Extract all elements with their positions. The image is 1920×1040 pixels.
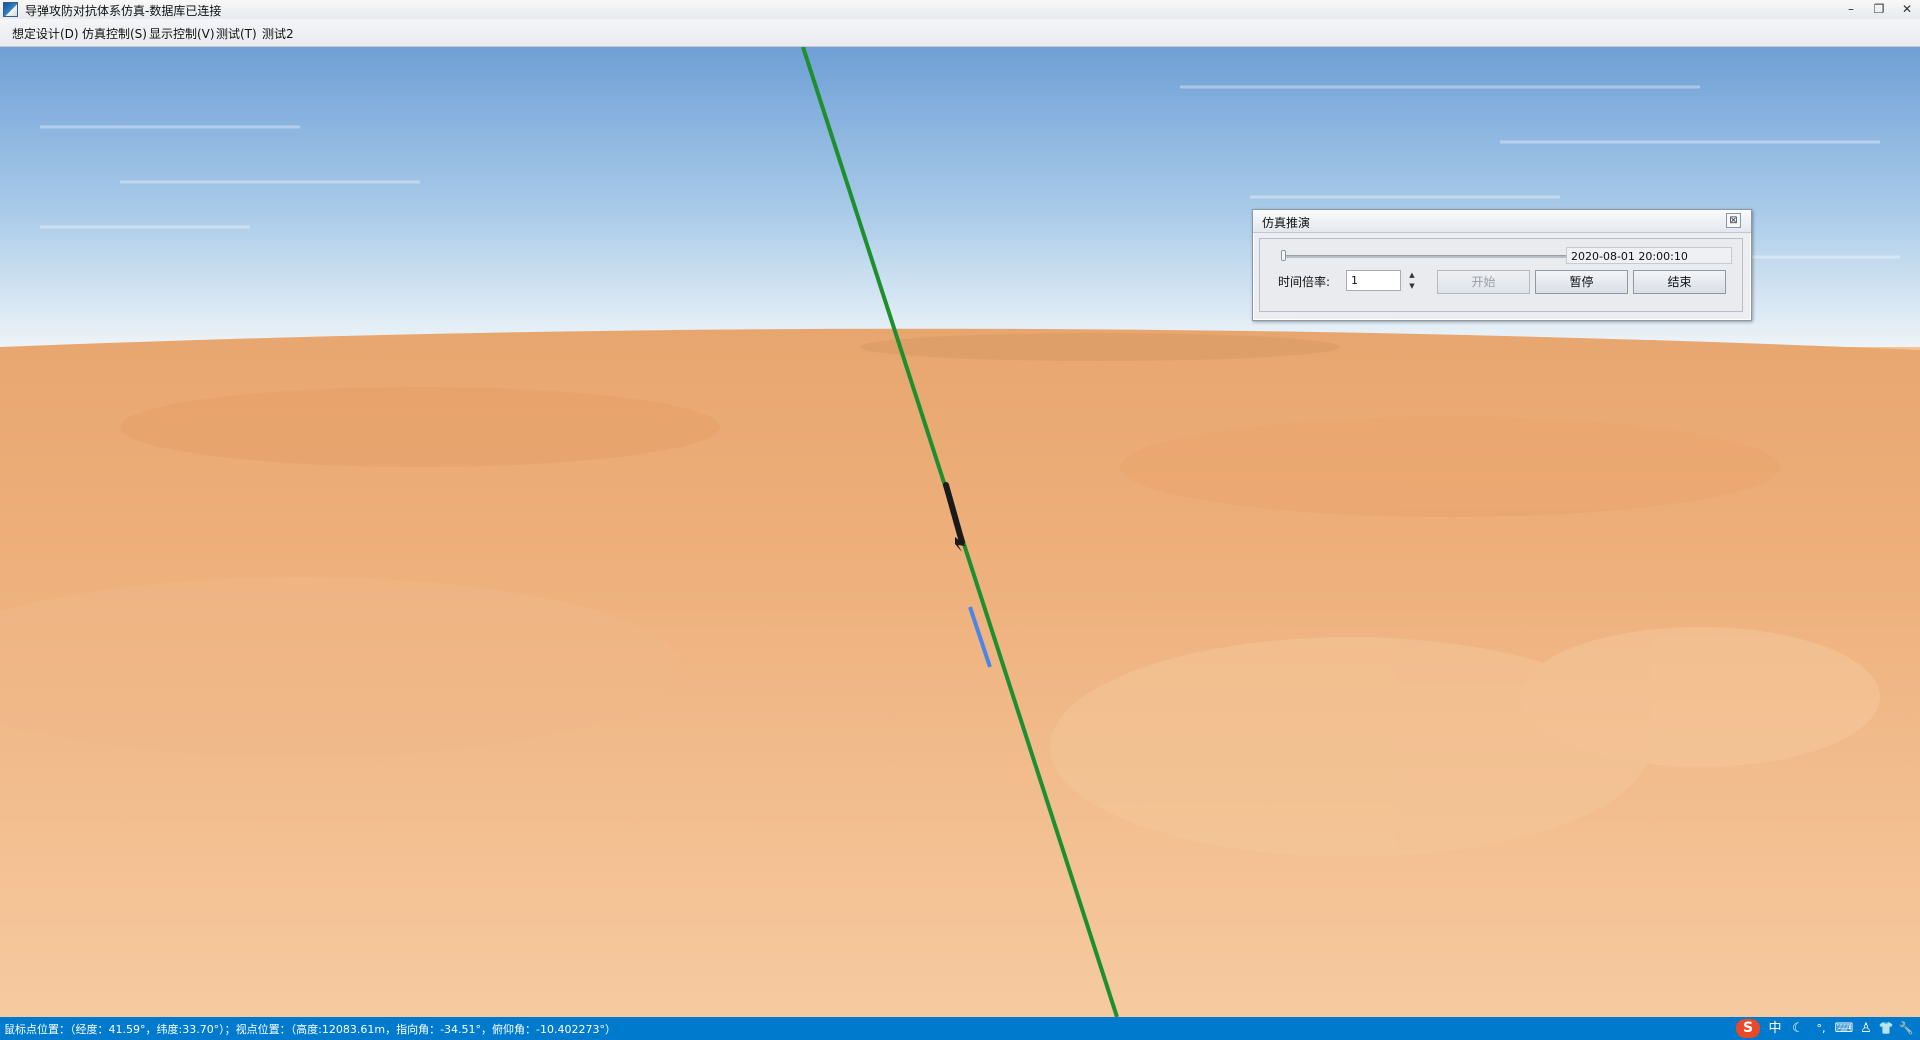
end-button[interactable]: 结束 [1633, 270, 1726, 294]
app-icon [3, 2, 18, 17]
rate-spinner[interactable]: ▲ ▼ [1406, 270, 1418, 292]
title-bar: 导弹攻防对抗体系仿真-数据库已连接 – ❐ ✕ [0, 0, 1920, 20]
time-slider-track[interactable] [1283, 255, 1583, 258]
pause-button[interactable]: 暂停 [1535, 270, 1628, 294]
punctuation-icon[interactable]: °, [1810, 1019, 1832, 1038]
rate-label: 时间倍率: [1278, 275, 1331, 289]
scene-canvas [0, 47, 1920, 1017]
spin-up-icon[interactable]: ▲ [1406, 270, 1418, 281]
simulation-dialog: 仿真推演 ⊠ 2020-08-01 20:00:10 时间倍率: ▲ ▼ 开始 … [1252, 209, 1752, 321]
chinese-mode-icon[interactable]: 中 [1764, 1019, 1786, 1038]
wrench-icon[interactable]: 🔧 [1896, 1019, 1916, 1038]
spin-down-icon[interactable]: ▼ [1406, 281, 1418, 292]
dialog-header: 仿真推演 ⊠ [1253, 210, 1751, 233]
menu-simulation-control[interactable]: 仿真控制(S) [82, 25, 147, 42]
sogou-ime-icon[interactable]: S [1736, 1019, 1760, 1038]
moon-icon[interactable]: ☾ [1787, 1019, 1809, 1038]
close-button[interactable]: ✕ [1894, 0, 1920, 18]
dialog-title: 仿真推演 [1262, 216, 1311, 230]
datetime-display: 2020-08-01 20:00:10 [1566, 247, 1732, 264]
dialog-close-icon[interactable]: ⊠ [1726, 213, 1741, 228]
time-slider-thumb[interactable] [1281, 250, 1286, 261]
user-icon[interactable]: ♙ [1856, 1019, 1876, 1038]
rate-input[interactable] [1346, 270, 1401, 291]
dialog-body: 2020-08-01 20:00:10 时间倍率: ▲ ▼ 开始 暂停 结束 [1259, 238, 1743, 312]
shirt-icon[interactable]: 👕 [1876, 1019, 1896, 1038]
status-bar: 鼠标点位置：（经度：41.59°，纬度:33.70°）；视点位置：（高度:120… [0, 1017, 1920, 1040]
window-title: 导弹攻防对抗体系仿真-数据库已连接 [25, 4, 222, 18]
menu-test[interactable]: 测试(T) [216, 25, 257, 42]
minimize-button[interactable]: – [1838, 0, 1864, 18]
menu-scenario-design[interactable]: 想定设计(D) [12, 25, 79, 42]
keyboard-icon[interactable]: ⌨ [1833, 1019, 1855, 1038]
menu-test2[interactable]: 测试2 [262, 25, 294, 42]
start-button[interactable]: 开始 [1437, 270, 1530, 294]
restore-button[interactable]: ❐ [1866, 0, 1892, 18]
scene-viewport[interactable] [0, 47, 1920, 1017]
menu-display-control[interactable]: 显示控制(V) [149, 25, 215, 42]
menu-bar: 想定设计(D) 仿真控制(S) 显示控制(V) 测试(T) 测试2 [0, 19, 1920, 47]
status-text: 鼠标点位置：（经度：41.59°，纬度:33.70°）；视点位置：（高度:120… [4, 1023, 617, 1036]
